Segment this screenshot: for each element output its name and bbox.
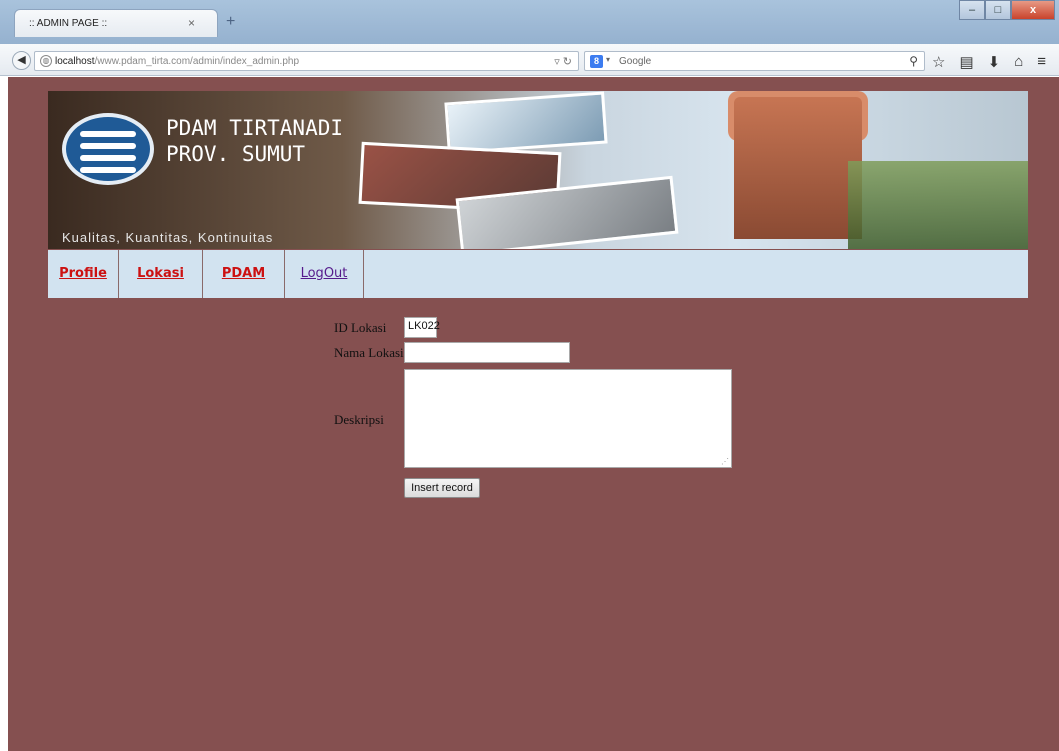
banner-title-line1: PDAM TIRTANADI bbox=[166, 116, 344, 140]
search-placeholder: Google bbox=[619, 56, 652, 67]
search-input[interactable]: 8 ▾ Google ⚲ bbox=[584, 51, 925, 71]
globe-icon: ◍ bbox=[40, 55, 52, 67]
nama-lokasi-label: Nama Lokasi bbox=[334, 345, 404, 360]
home-icon[interactable]: ⌂ bbox=[1014, 53, 1023, 71]
menu-item-profile[interactable]: Profile bbox=[48, 250, 119, 298]
nama-lokasi-input[interactable] bbox=[404, 342, 570, 363]
menu-item-lokasi[interactable]: Lokasi bbox=[119, 250, 203, 298]
menu-item-logout[interactable]: LogOut bbox=[285, 250, 364, 298]
water-tower bbox=[734, 97, 862, 239]
download-icon[interactable]: ⬇ bbox=[988, 53, 1001, 71]
page-body: PDAM TIRTANADI PROV. SUMUT Kualitas, Kua… bbox=[8, 77, 1059, 751]
main-menu: Profile Lokasi PDAM LogOut bbox=[48, 250, 1028, 298]
google-icon: 8 bbox=[590, 55, 603, 68]
insert-record-button[interactable]: Insert record bbox=[404, 478, 480, 498]
browser-navbar: ◀ ◍ localhost/www.pdam_tirta.com/admin/i… bbox=[0, 44, 1059, 76]
deskripsi-label: Deskripsi bbox=[334, 412, 384, 427]
address-bar[interactable]: ◍ localhost/www.pdam_tirta.com/admin/ind… bbox=[34, 51, 579, 71]
resize-handle-icon[interactable]: ⋰ bbox=[721, 457, 729, 466]
bookmarks-list-icon[interactable]: ▤ bbox=[959, 53, 973, 71]
minimize-button[interactable]: – bbox=[959, 0, 985, 20]
tab-close-icon[interactable]: × bbox=[188, 16, 195, 30]
browser-tab[interactable]: :: ADMIN PAGE :: × bbox=[14, 9, 218, 37]
toolbar-icons: ☆ ▤ ⬇ ⌂ ≡ bbox=[932, 53, 1046, 71]
back-arrow-icon[interactable]: ◀ bbox=[12, 51, 31, 70]
pdam-logo bbox=[62, 113, 154, 185]
banner-title: PDAM TIRTANADI PROV. SUMUT bbox=[166, 115, 343, 167]
url-path: /www.pdam_tirta.com/admin/index_admin.ph… bbox=[94, 56, 300, 67]
browser-titlebar: :: ADMIN PAGE :: × + – □ x bbox=[0, 0, 1059, 44]
engine-dropdown-icon[interactable]: ▾ bbox=[606, 55, 610, 64]
id-lokasi-label: ID Lokasi bbox=[334, 320, 387, 335]
banner-title-line2: PROV. SUMUT bbox=[166, 142, 306, 166]
header-banner: PDAM TIRTANADI PROV. SUMUT Kualitas, Kua… bbox=[48, 91, 1028, 249]
window-controls: – □ x bbox=[959, 0, 1055, 20]
banner-tagline: Kualitas, Kuantitas, Kontinuitas bbox=[62, 230, 274, 245]
close-window-button[interactable]: x bbox=[1011, 0, 1055, 20]
search-icon[interactable]: ⚲ bbox=[909, 54, 918, 68]
new-tab-icon[interactable]: + bbox=[226, 13, 235, 31]
maximize-button[interactable]: □ bbox=[985, 0, 1011, 20]
menu-item-pdam[interactable]: PDAM bbox=[203, 250, 285, 298]
palm-trees bbox=[848, 161, 1028, 249]
photo-water-tap bbox=[444, 91, 608, 155]
url-host: localhost bbox=[55, 56, 95, 67]
reload-icon[interactable]: ▿ ↻ bbox=[554, 55, 572, 68]
menu-icon[interactable]: ≡ bbox=[1037, 53, 1046, 71]
bookmark-star-icon[interactable]: ☆ bbox=[932, 53, 945, 71]
deskripsi-textarea[interactable]: ⋰ bbox=[404, 369, 732, 468]
id-lokasi-input[interactable]: LK022 bbox=[404, 317, 440, 338]
tab-title: :: ADMIN PAGE :: bbox=[29, 18, 108, 29]
